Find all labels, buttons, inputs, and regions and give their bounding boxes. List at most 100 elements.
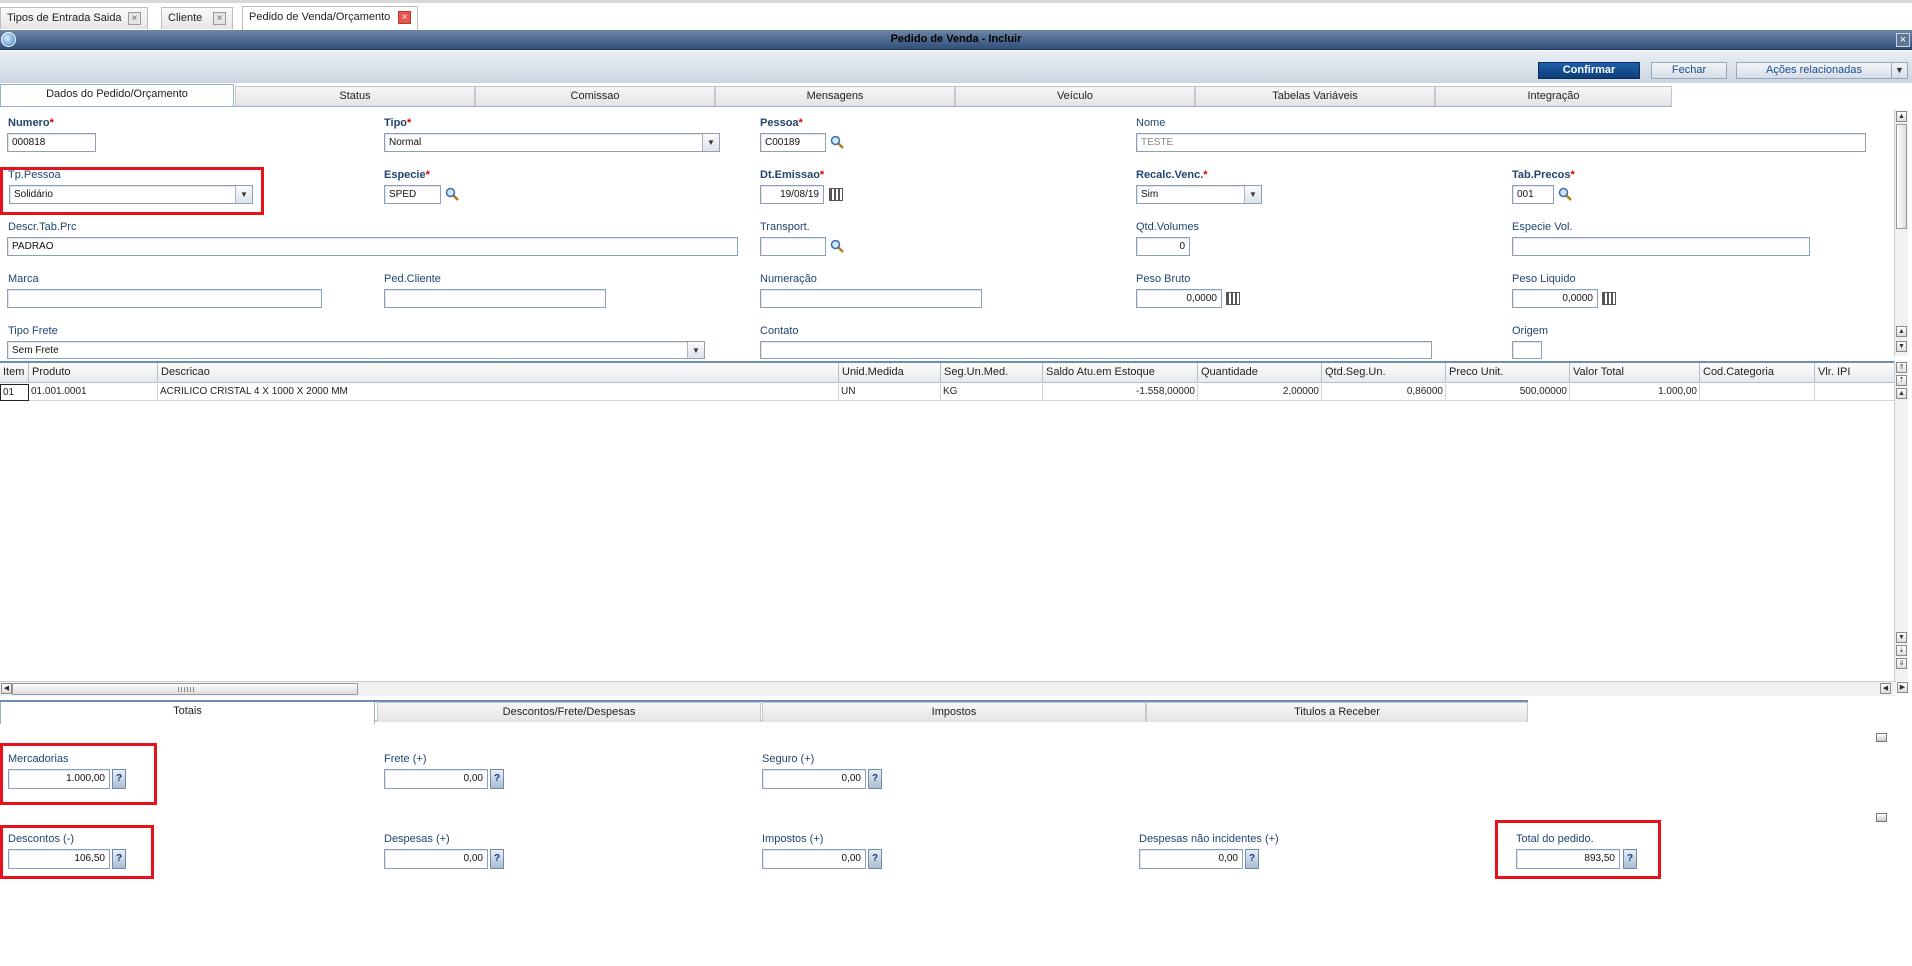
qtd-volumes-field[interactable]: 0 [1136,237,1190,256]
search-icon[interactable] [1558,187,1572,201]
especie-vol-field[interactable] [1512,237,1810,256]
table-cell[interactable]: 01.001.0001 [29,384,158,401]
origem-field[interactable] [1512,341,1542,359]
close-icon[interactable]: × [1896,33,1910,47]
scroll-right-icon[interactable]: ▶ [1897,682,1908,693]
help-icon[interactable]: ? [112,849,126,869]
tab-comissao[interactable]: Comissao [475,86,715,106]
related-actions-button[interactable]: Ações relacionadas ▼ [1736,62,1908,79]
impostos-field[interactable]: 0,00 [762,849,866,869]
table-cell[interactable] [1815,384,1896,401]
table-cell[interactable]: 01 [0,384,29,401]
scroll-up-icon[interactable]: ▲ [1896,326,1907,337]
recalc-venc-select[interactable]: Sim ▼ [1136,185,1262,204]
tab-status[interactable]: Status [235,86,475,106]
table-cell[interactable]: ACRILICO CRISTAL 4 X 1000 X 2000 MM [158,384,839,401]
column-header[interactable]: Item [0,363,29,383]
tab-mensagens[interactable]: Mensagens [715,86,955,106]
column-header[interactable]: Seg.Un.Med. [941,363,1043,383]
dropdown-arrow-icon[interactable]: ▼ [235,186,252,203]
scroll-thumb[interactable] [1896,124,1907,229]
panel-toggle-icon[interactable] [1876,733,1887,742]
column-header[interactable]: Preco Unit. [1446,363,1570,383]
tp-pessoa-select[interactable]: Solidário ▼ [9,185,253,204]
calendar-icon[interactable] [829,188,843,201]
grid-scrollbar[interactable]: ⇑ ⇡ ▲ ▼ ⇣ ⇓ [1894,361,1908,681]
panel-toggle-icon[interactable] [1876,813,1887,822]
table-cell[interactable]: UN [839,384,941,401]
table-cell[interactable]: KG [941,384,1043,401]
window-tab-tipos-entrada-saida[interactable]: Tipos de Entrada Saida × [0,7,148,29]
contato-field[interactable] [760,341,1432,359]
help-icon[interactable]: ? [112,769,126,789]
numero-field[interactable]: 000818 [7,133,96,152]
tab-descontos-frete-despesas[interactable]: Descontos/Frete/Despesas [377,702,761,722]
help-icon[interactable]: ? [1623,849,1637,869]
despesas-field[interactable]: 0,00 [384,849,488,869]
close-icon[interactable]: × [128,12,141,25]
scroll-bottom-icon[interactable]: ⇓ [1896,658,1907,669]
table-cell[interactable]: -1.558,00000 [1043,384,1198,401]
calculator-icon[interactable] [1602,292,1616,305]
scroll-top-icon[interactable]: ⇑ [1896,362,1907,373]
tipo-frete-select[interactable]: Sem Frete ▼ [7,341,705,359]
column-header[interactable]: Valor Total [1570,363,1700,383]
table-cell[interactable]: 2,00000 [1198,384,1322,401]
frete-field[interactable]: 0,00 [384,769,488,789]
descontos-field[interactable]: 106,50 [8,849,110,869]
especie-field[interactable]: SPED [384,185,441,204]
help-icon[interactable]: ? [1245,849,1259,869]
dt-emissao-field[interactable]: 19/08/19 [760,185,824,204]
dropdown-arrow-icon[interactable]: ▼ [687,342,704,358]
help-icon[interactable]: ? [868,769,882,789]
column-header[interactable]: Unid.Medida [839,363,941,383]
table-cell[interactable]: 1.000,00 [1570,384,1700,401]
scroll-up-icon[interactable]: ▲ [1896,388,1907,399]
pessoa-field[interactable]: C00189 [760,133,826,152]
calculator-icon[interactable] [1226,292,1240,305]
tab-tabelas-variaveis[interactable]: Tabelas Variáveis [1195,86,1435,106]
search-icon[interactable] [445,187,459,201]
grid-horizontal-scrollbar[interactable]: ◀ ◀ [0,681,1896,696]
column-header[interactable]: Vlr. IPI [1815,363,1896,383]
nome-field[interactable]: TESTE [1136,133,1866,152]
tab-veiculo[interactable]: Veículo [955,86,1195,106]
ped-cliente-field[interactable] [384,289,606,308]
close-button[interactable]: Fechar [1651,62,1727,79]
close-icon[interactable]: × [398,11,411,24]
scroll-page-up-icon[interactable]: ⇡ [1896,375,1907,386]
scroll-page-down-icon[interactable]: ⇣ [1896,645,1907,656]
help-icon[interactable]: ? [490,769,504,789]
tab-titulos-receber[interactable]: Titulos a Receber [1146,702,1528,722]
column-header[interactable]: Quantidade [1198,363,1322,383]
despesas-nao-incidentes-field[interactable]: 0,00 [1139,849,1243,869]
mercadorias-field[interactable]: 1.000,00 [8,769,110,789]
dropdown-arrow-icon[interactable]: ▼ [1244,186,1261,203]
search-icon[interactable] [830,135,844,149]
descr-tab-prc-field[interactable]: PADRAO [7,237,738,256]
tipo-select[interactable]: Normal ▼ [384,133,720,152]
column-header[interactable]: Saldo Atu.em Estoque [1043,363,1198,383]
scroll-left-icon[interactable]: ◀ [1880,683,1891,694]
dropdown-arrow-icon[interactable]: ▼ [702,134,719,151]
total-pedido-field[interactable]: 893,50 [1516,849,1620,869]
peso-liquido-field[interactable]: 0,0000 [1512,289,1598,308]
table-cell[interactable]: 500,00000 [1446,384,1570,401]
close-icon[interactable]: × [213,12,226,25]
tab-dados-pedido[interactable]: Dados do Pedido/Orçamento [0,84,234,106]
window-tab-cliente[interactable]: Cliente × [161,7,233,29]
window-tab-pedido-venda[interactable]: Pedido de Venda/Orçamento × [242,6,418,30]
scroll-up-icon[interactable]: ▲ [1896,111,1907,122]
peso-bruto-field[interactable]: 0,0000 [1136,289,1222,308]
help-icon[interactable]: ? [868,849,882,869]
column-header[interactable]: Cod.Categoria [1700,363,1815,383]
tab-integracao[interactable]: Integração [1435,86,1672,106]
column-header[interactable]: Produto [29,363,158,383]
table-cell[interactable] [1700,384,1815,401]
confirm-button[interactable]: Confirmar [1538,62,1640,79]
scroll-left-icon[interactable]: ◀ [1,683,12,694]
tab-totais[interactable]: Totais [0,702,375,724]
marca-field[interactable] [7,289,322,308]
help-icon[interactable]: ? [490,849,504,869]
scroll-down-icon[interactable]: ▼ [1896,632,1907,643]
